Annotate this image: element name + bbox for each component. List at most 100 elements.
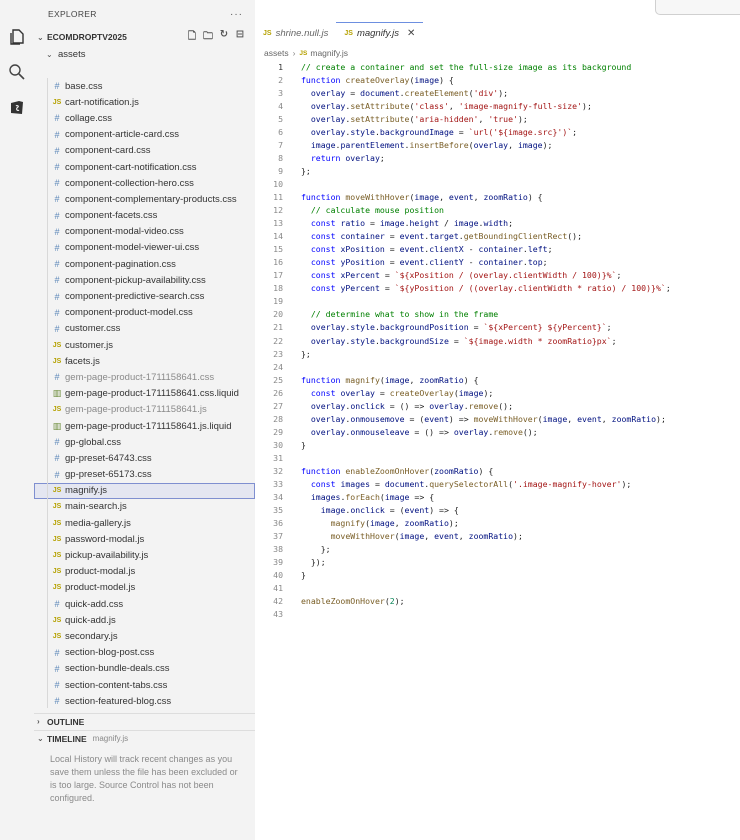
file-label: component-cart-notification.css bbox=[65, 161, 197, 173]
tab-magnify-js[interactable]: JS magnify.js ✕ bbox=[336, 22, 424, 44]
file-item[interactable]: JS password-modal.js bbox=[34, 531, 255, 547]
code-text: image.onclick = (event) => { bbox=[320, 505, 459, 516]
file-item[interactable]: JS customer.js bbox=[34, 337, 255, 353]
file-item[interactable]: # section-bundle-deals.css bbox=[34, 661, 255, 677]
new-file-icon[interactable]: 🗋 bbox=[187, 29, 197, 46]
file-item[interactable]: JS magnify.js bbox=[34, 482, 255, 499]
file-item[interactable]: # gp-preset-64743.css bbox=[34, 450, 255, 466]
file-item[interactable]: # component-cart-notification.css bbox=[34, 159, 255, 175]
file-item[interactable]: # gp-global.css bbox=[34, 434, 255, 450]
line-number: 25 bbox=[273, 374, 283, 385]
file-item[interactable]: # customer.css bbox=[34, 321, 255, 337]
file-item[interactable]: JS main-search.js bbox=[34, 499, 255, 515]
code-line: 42 enableZoomOnHover(2); bbox=[255, 595, 740, 608]
code-line: 43 bbox=[255, 608, 740, 621]
breadcrumb-folder[interactable]: assets bbox=[264, 48, 289, 58]
file-item[interactable]: # component-model-viewer-ui.css bbox=[34, 240, 255, 256]
collapse-all-icon[interactable]: ⊟ bbox=[235, 29, 245, 46]
file-item[interactable]: # component-pagination.css bbox=[34, 256, 255, 272]
shopify-icon[interactable] bbox=[7, 97, 27, 117]
file-item[interactable]: # component-modal-video.css bbox=[34, 224, 255, 240]
file-label: customer.js bbox=[65, 339, 114, 351]
code-text: const xPercent = `${xPosition / (overlay… bbox=[310, 270, 622, 281]
code-line: 41 bbox=[255, 582, 740, 595]
code-text: overlay.setAttribute('class', 'image-mag… bbox=[310, 100, 592, 111]
line-number: 29 bbox=[273, 426, 283, 437]
liquid-file-icon: ▥ bbox=[52, 420, 62, 431]
explorer-header: EXPLORER ··· bbox=[34, 0, 255, 28]
css-file-icon: # bbox=[54, 469, 60, 480]
file-label: section-bundle-deals.css bbox=[65, 663, 170, 675]
js-file-icon: JS bbox=[52, 535, 62, 543]
file-item[interactable]: # component-complementary-products.css bbox=[34, 191, 255, 207]
js-file-icon: JS bbox=[52, 584, 62, 592]
folder-assets[interactable]: ⌄ assets bbox=[34, 46, 255, 62]
file-item[interactable]: # component-card.css bbox=[34, 143, 255, 159]
file-item[interactable]: # base.css bbox=[34, 78, 255, 94]
css-file-icon: # bbox=[54, 145, 60, 156]
file-item[interactable]: # section-content-tabs.css bbox=[34, 677, 255, 693]
file-item[interactable]: # section-blog-post.css bbox=[34, 645, 255, 661]
line-number: 36 bbox=[273, 518, 283, 529]
line-number: 41 bbox=[273, 583, 283, 594]
more-actions-icon[interactable]: ··· bbox=[230, 9, 243, 20]
refresh-icon[interactable]: ↻ bbox=[219, 29, 229, 46]
js-file-icon: JS bbox=[52, 487, 62, 495]
code-text: } bbox=[301, 439, 306, 450]
close-icon[interactable]: ✕ bbox=[407, 28, 415, 39]
file-item[interactable]: # component-facets.css bbox=[34, 208, 255, 224]
explorer-icon[interactable] bbox=[7, 27, 27, 47]
file-item[interactable]: # section-featured-blog.css bbox=[34, 693, 255, 708]
breadcrumb-file[interactable]: magnify.js bbox=[310, 48, 348, 58]
file-label: component-predictive-search.css bbox=[65, 291, 205, 303]
file-item[interactable]: # gem-page-product-1711158641.css bbox=[34, 369, 255, 385]
file-label: gp-preset-65173.css bbox=[65, 469, 152, 481]
file-item[interactable]: JS product-modal.js bbox=[34, 564, 255, 580]
code-editor[interactable]: 1 // create a container and set the full-… bbox=[255, 60, 740, 621]
timeline-message: Local History will track recent changes … bbox=[50, 754, 238, 803]
project-root[interactable]: ⌄ ECOMDROPTV2025 🗋 🗀 ↻ ⊟ bbox=[34, 28, 255, 46]
file-item[interactable]: # component-collection-hero.css bbox=[34, 175, 255, 191]
js-file-icon: JS bbox=[52, 357, 62, 365]
line-number: 26 bbox=[273, 387, 283, 398]
file-label: component-card.css bbox=[65, 145, 151, 157]
folder-label: assets bbox=[58, 48, 86, 60]
code-text: const container = event.target.getBoundi… bbox=[310, 231, 583, 242]
css-file-icon: # bbox=[54, 437, 60, 448]
file-item[interactable]: JS cart-notification.js bbox=[34, 94, 255, 110]
file-item[interactable]: # component-article-card.css bbox=[34, 127, 255, 143]
line-number: 16 bbox=[273, 257, 283, 268]
search-icon[interactable] bbox=[7, 62, 27, 82]
file-item[interactable]: # collage.css bbox=[34, 110, 255, 126]
file-item[interactable]: # component-product-model.css bbox=[34, 305, 255, 321]
file-item[interactable]: JS media-gallery.js bbox=[34, 515, 255, 531]
file-item[interactable]: # gp-preset-65173.css bbox=[34, 467, 255, 483]
file-item[interactable]: JS pickup-availability.js bbox=[34, 547, 255, 563]
file-item[interactable]: # component-pickup-availability.css bbox=[34, 272, 255, 288]
timeline-section[interactable]: ⌄ TIMELINE magnify.js bbox=[34, 730, 255, 746]
code-line: 18 const yPercent = `${yPosition / ((ove… bbox=[255, 282, 740, 295]
code-line: 37 moveWithHover(image, event, zoomRatio… bbox=[255, 530, 740, 543]
line-number: 28 bbox=[273, 413, 283, 424]
explorer-title: EXPLORER bbox=[48, 9, 97, 19]
file-item[interactable]: JS product-model.js bbox=[34, 580, 255, 596]
outline-section[interactable]: › OUTLINE bbox=[34, 713, 255, 729]
code-text: }; bbox=[301, 165, 311, 176]
tab-shrine-null-js[interactable]: JS shrine.null.js bbox=[255, 22, 336, 44]
file-label: magnify.js bbox=[65, 485, 108, 497]
code-line: 16 const yPosition = event.clientY - con… bbox=[255, 256, 740, 269]
code-line: 29 overlay.onmouseleave = () => overlay.… bbox=[255, 425, 740, 438]
new-folder-icon[interactable]: 🗀 bbox=[203, 29, 213, 46]
file-item[interactable]: JS quick-add.js bbox=[34, 612, 255, 628]
file-item[interactable]: JS gem-page-product-1711158641.js bbox=[34, 402, 255, 418]
file-item[interactable]: # component-predictive-search.css bbox=[34, 288, 255, 304]
file-item[interactable]: JS facets.js bbox=[34, 353, 255, 369]
file-item[interactable]: ▥ gem-page-product-1711158641.css.liquid bbox=[34, 386, 255, 402]
chevron-right-icon: › bbox=[292, 48, 296, 58]
code-line: 40} bbox=[255, 569, 740, 582]
file-item[interactable]: ▥ gem-page-product-1711158641.js.liquid bbox=[34, 418, 255, 434]
file-item[interactable]: # quick-add.css bbox=[34, 596, 255, 612]
file-item[interactable]: JS secondary.js bbox=[34, 628, 255, 644]
code-text: overlay.style.backgroundPosition = `${xP… bbox=[310, 322, 612, 333]
code-text: overlay.onclick = () => overlay.remove()… bbox=[310, 400, 514, 411]
